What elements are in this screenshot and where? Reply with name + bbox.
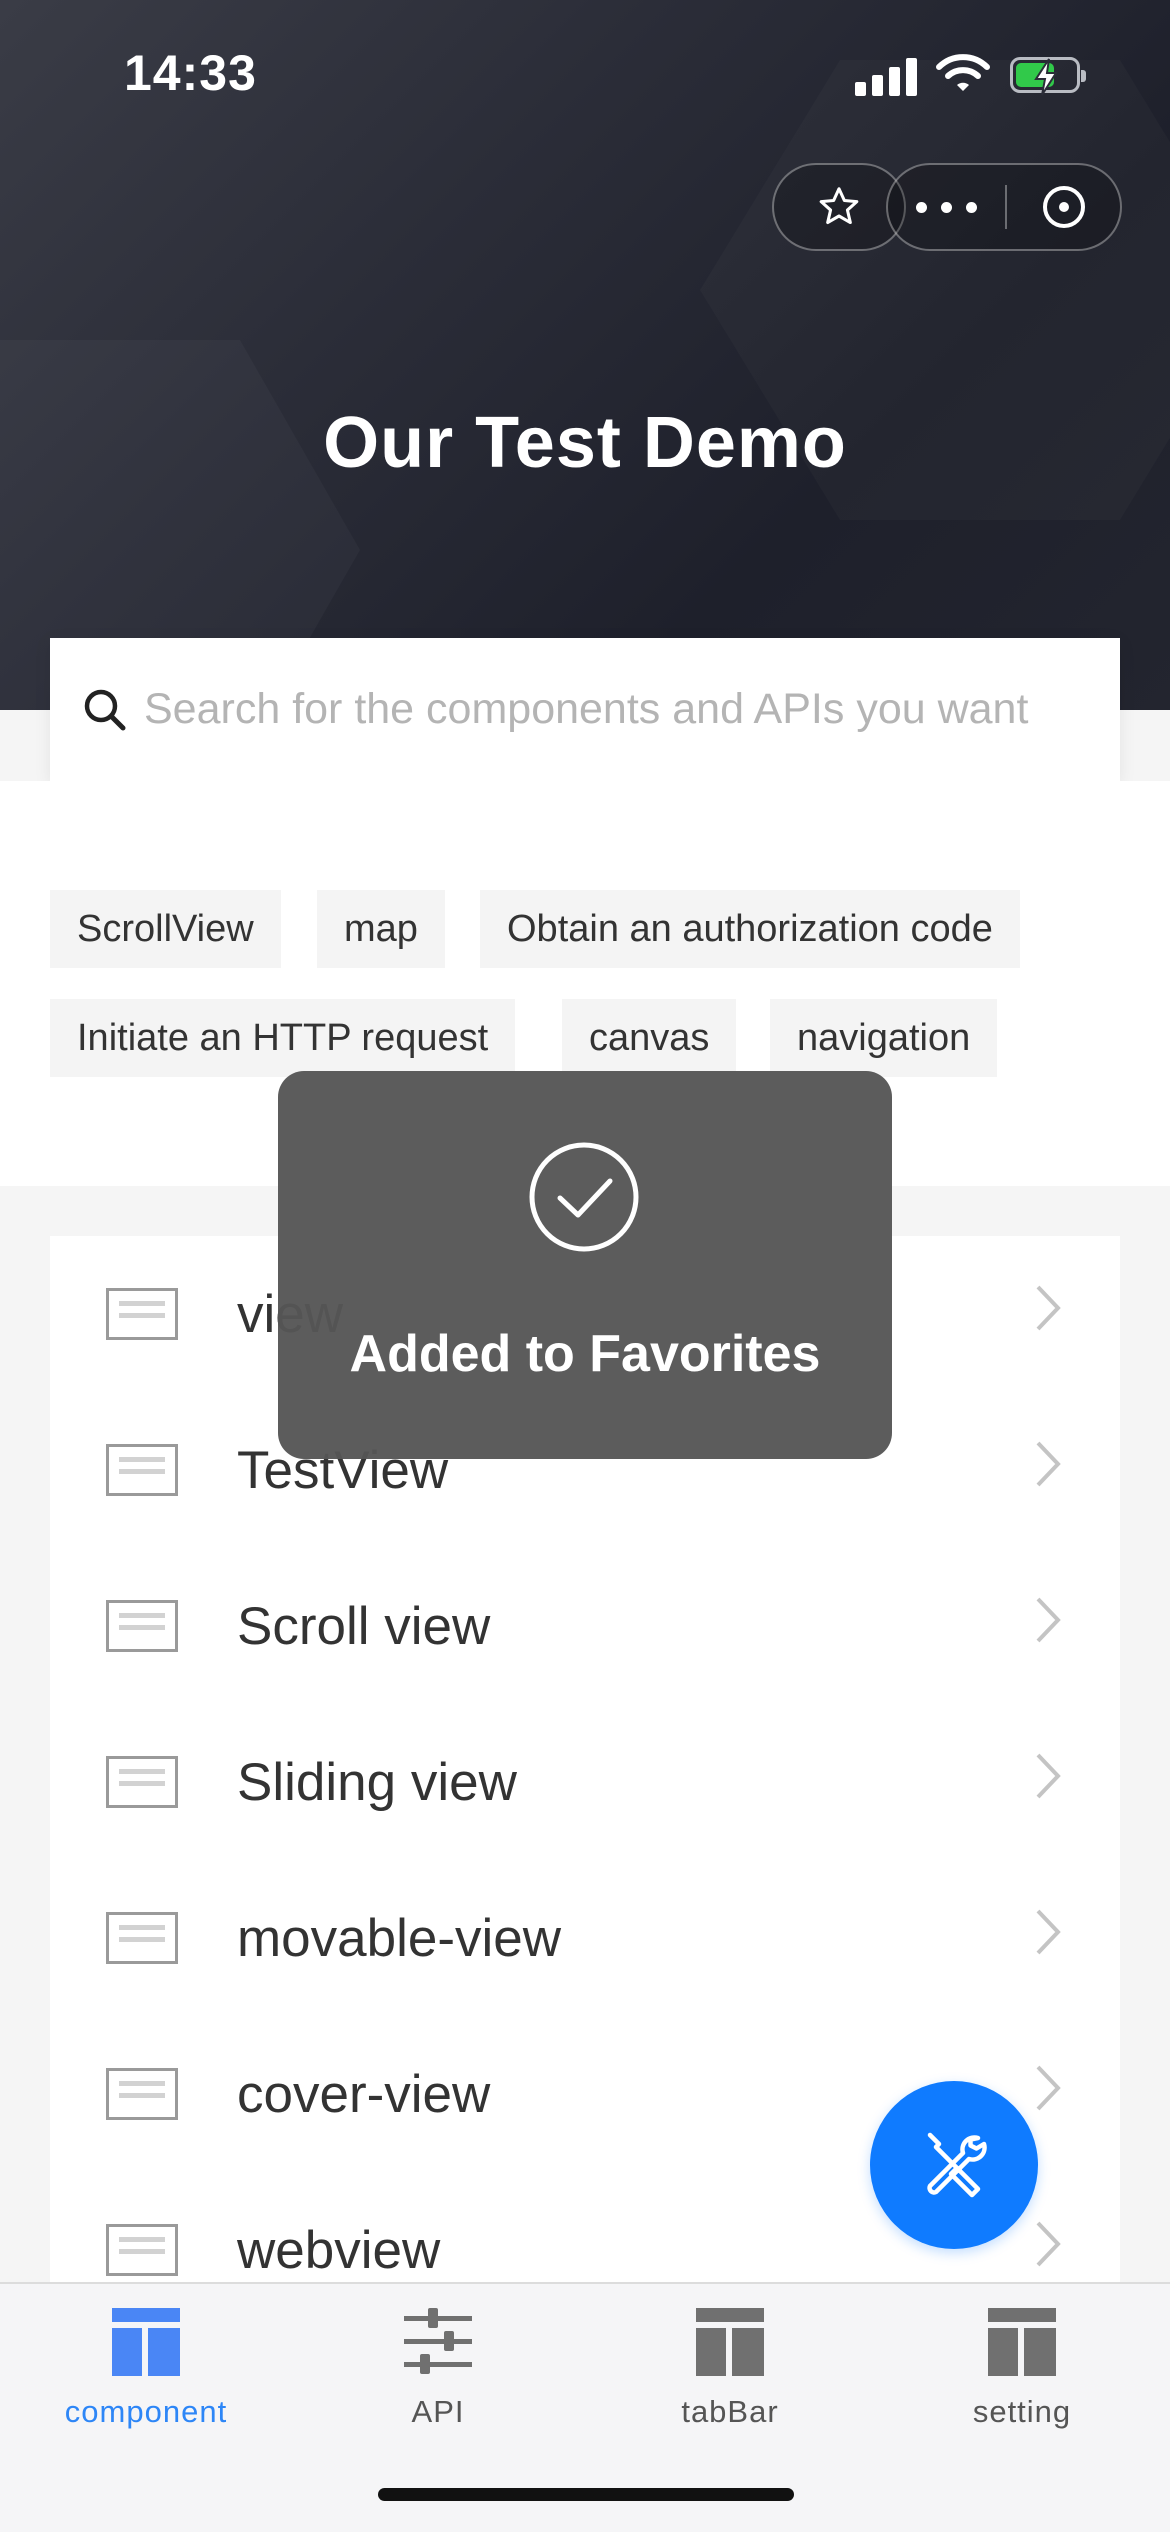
chevron-right-icon [1036,1597,1061,1643]
home-indicator[interactable] [378,2488,794,2501]
tab-label: tabBar [681,2394,779,2429]
chevron-right-icon [1036,1285,1061,1331]
chevron-right-icon [1036,2221,1061,2267]
tag-authorization-code[interactable]: Obtain an authorization code [480,890,1020,968]
toast-notification: Added to Favorites [278,1071,892,1459]
list-item-label: cover-view [237,2065,491,2124]
list-item[interactable]: movable-view [50,1860,1120,2016]
search-bar[interactable] [50,638,1120,781]
view-component-icon [106,2068,178,2120]
list-item[interactable]: Sliding view [50,1704,1120,1860]
view-component-icon [106,1756,178,1808]
more-dots-icon [916,201,927,213]
close-mini-program-button[interactable] [1007,165,1120,249]
list-item-label: Scroll view [237,1597,491,1656]
tag-http-request[interactable]: Initiate an HTTP request [50,999,516,1077]
chevron-right-icon [1036,1753,1061,1799]
view-component-icon [106,2224,178,2276]
tab-tabbar[interactable]: tabBar [584,2284,876,2444]
tag-canvas[interactable]: canvas [562,999,737,1077]
tab-setting[interactable]: setting [876,2284,1168,2444]
list-item-label: webview [237,2221,441,2280]
tag-scrollview[interactable]: ScrollView [50,890,281,968]
tab-component[interactable]: component [0,2284,292,2444]
list-item-label: movable-view [237,1909,562,1968]
tab-label: component [64,2394,228,2429]
layout-grid-icon [696,2308,764,2376]
page-title: Our Test Demo [323,403,847,483]
sliders-icon [404,2308,472,2374]
search-input[interactable] [142,684,1106,735]
component-grid-icon [112,2308,180,2376]
cellular-signal-icon [855,58,917,96]
view-component-icon [106,1288,178,1340]
check-circle-icon [529,1142,639,1252]
tag-navigation[interactable]: navigation [770,999,998,1077]
chevron-right-icon [1036,1441,1061,1487]
tag-map[interactable]: map [317,890,445,968]
close-circle-icon [1042,186,1085,228]
chevron-right-icon [1036,2065,1061,2111]
battery-charging-icon [1010,57,1086,96]
star-icon [819,187,859,225]
layout-grid-icon [988,2308,1056,2376]
list-item[interactable]: Scroll view [50,1548,1120,1704]
view-component-icon [106,1600,178,1652]
wifi-icon [936,54,990,91]
tab-api[interactable]: API [292,2284,584,2444]
debug-tools-button[interactable] [870,2081,1038,2249]
view-component-icon [106,1444,178,1496]
list-item-label: Sliding view [237,1753,517,1812]
tools-wrench-screwdriver-icon [927,2132,987,2198]
tab-label: API [411,2394,465,2429]
tab-label: setting [972,2394,1072,2429]
status-time: 14:33 [124,45,257,101]
mini-program-capsule [886,163,1122,251]
chevron-right-icon [1036,1909,1061,1955]
view-component-icon [106,1912,178,1964]
more-options-button[interactable] [888,165,1005,249]
header-banner: 14:33 Our Test Demo [0,0,1170,710]
toast-message: Added to Favorites [349,1325,821,1383]
search-icon [80,685,130,735]
